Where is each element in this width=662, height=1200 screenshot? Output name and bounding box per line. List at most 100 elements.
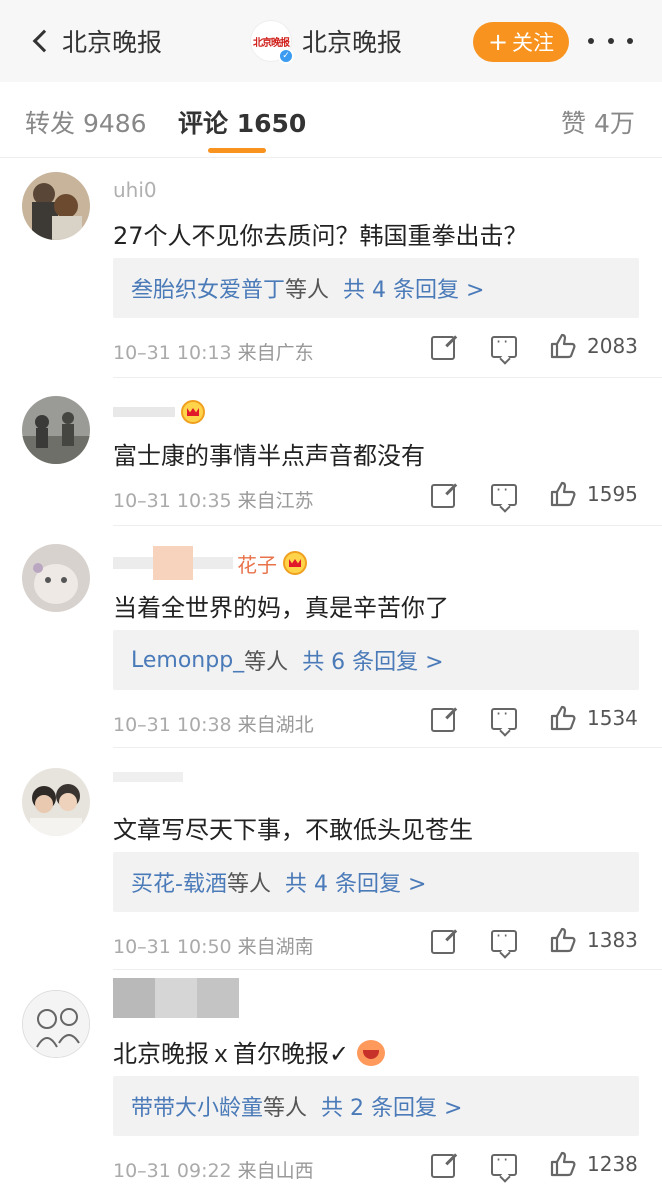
thumbs-up-icon	[550, 481, 576, 507]
replies-preview[interactable]: 买花-载酒 等人 共 4 条回复 >	[113, 852, 639, 912]
follow-button[interactable]: + 关注	[473, 22, 569, 62]
logo-text: 北京晚报	[253, 37, 290, 49]
share-icon	[431, 708, 455, 732]
account-name: 北京晚报	[302, 28, 403, 57]
share-button[interactable]	[431, 336, 455, 360]
comment-time: 10–31 09:22	[113, 1160, 232, 1182]
share-button[interactable]	[431, 708, 455, 732]
comment-text: 27个人不见你去质问？韩国重拳出击？	[113, 222, 528, 250]
more-dot-icon	[607, 38, 614, 44]
active-tab-indicator	[208, 148, 266, 153]
comment-time: 10–31 10:38	[113, 714, 232, 736]
like-button[interactable]: 2083	[549, 332, 638, 360]
like-count: 1534	[587, 706, 638, 730]
reply-count: 共 2 条回复 >	[321, 1096, 463, 1121]
reply-mid: 等人	[285, 278, 330, 303]
comment-button[interactable]	[491, 1150, 517, 1176]
share-button[interactable]	[431, 484, 455, 508]
avatar[interactable]	[22, 544, 90, 612]
like-count: 1383	[587, 928, 638, 952]
crown-badge-icon	[283, 551, 307, 575]
reply-mid: 等人	[263, 1096, 308, 1121]
more-options-button[interactable]	[588, 28, 633, 54]
comment-meta: 10–31 10:38 来自湖北	[113, 710, 314, 737]
avatar[interactable]	[22, 768, 90, 836]
thumbs-up-icon	[550, 927, 576, 953]
share-icon	[431, 1154, 455, 1178]
share-icon	[431, 484, 455, 508]
tab-bar: 转发 9486 评论 1650 赞 4万	[0, 82, 662, 158]
comment-text: 当着全世界的妈，真是辛苦你了	[113, 594, 449, 622]
tab-likes[interactable]: 赞 4万	[561, 104, 635, 140]
like-count: 2083	[587, 334, 638, 358]
comment-item: 富士康的事情半点声音都没有 10–31 10:35来自江苏 1595	[0, 378, 662, 526]
reply-names: 带带大小龄童	[131, 1096, 264, 1121]
blurred-name	[155, 978, 197, 1018]
username[interactable]: uhi0	[113, 178, 157, 202]
comment-icon	[491, 332, 517, 358]
comment-item: 文章写尽天下事，不敢低头见苍生 买花-载酒 等人 共 4 条回复 > 10–31…	[0, 748, 662, 970]
like-button[interactable]: 1238	[549, 1150, 638, 1178]
replies-preview[interactable]: 叁胎织女爱普丁 等人 共 4 条回复 >	[113, 258, 639, 318]
avatar[interactable]	[22, 396, 90, 464]
comment-button[interactable]	[491, 704, 517, 730]
comment-location: 来自湖南	[237, 936, 314, 958]
avatar[interactable]	[22, 172, 90, 240]
username-text: 花子	[237, 552, 277, 577]
plus-icon: +	[487, 28, 509, 56]
top-bar: 北京晚报 北京晚报 ✓ 北京晚报 + 关注	[0, 0, 662, 82]
verified-icon: ✓	[278, 48, 294, 64]
comment-item: uhi0 27个人不见你去质问？韩国重拳出击？ 叁胎织女爱普丁 等人 共 4 条…	[0, 158, 662, 378]
back-chevron-icon	[32, 29, 56, 53]
tab-comments[interactable]: 评论 1650	[178, 104, 306, 140]
replies-preview[interactable]: 带带大小龄童 等人 共 2 条回复 >	[113, 1076, 639, 1136]
tab-repost[interactable]: 转发 9486	[25, 104, 147, 140]
like-button[interactable]: 1595	[549, 480, 638, 508]
like-count: 1595	[587, 482, 638, 506]
comment-icon	[491, 704, 517, 730]
comment-button[interactable]	[491, 480, 517, 506]
comment-text-content: 北京晚报ｘ首尔晚报✓	[113, 1040, 350, 1068]
account-logo: 北京晚报 ✓	[250, 20, 294, 64]
comment-meta: 10–31 10:13 来自广东	[113, 338, 314, 365]
comment-text: 文章写尽天下事，不敢低头见苍生	[113, 816, 473, 844]
blurred-name	[153, 546, 193, 580]
comment-button[interactable]	[491, 926, 517, 952]
blurred-name	[113, 407, 175, 417]
comment-time: 10–31 10:13	[113, 342, 232, 364]
thumbs-up-icon	[550, 705, 576, 731]
share-button[interactable]	[431, 930, 455, 954]
replies-preview[interactable]: Lemonpp_ 等人 共 6 条回复 >	[113, 630, 639, 690]
blurred-name	[113, 772, 183, 782]
comment-meta: 10–31 10:35 来自江苏	[113, 486, 314, 513]
comment-meta: 10–31 10:50 来自湖南	[113, 932, 314, 959]
comment-text: 富士康的事情半点声音都没有	[113, 442, 425, 470]
reply-names: 叁胎织女爱普丁	[131, 278, 286, 303]
thumbs-up-icon	[550, 333, 576, 359]
comment-location: 来自广东	[237, 342, 314, 364]
username[interactable]	[113, 978, 239, 1018]
comment-location: 来自湖北	[237, 714, 314, 736]
avatar[interactable]	[22, 990, 90, 1058]
reply-mid: 等人	[226, 872, 271, 897]
back-button[interactable]: 北京晚报	[30, 18, 162, 64]
comment-time: 10–31 10:35	[113, 490, 232, 512]
thumbs-up-icon	[550, 1151, 576, 1177]
like-button[interactable]: 1383	[549, 926, 638, 954]
comment-meta: 10–31 09:22 来自山西	[113, 1156, 314, 1183]
username[interactable]	[113, 400, 205, 424]
blurred-name	[193, 557, 233, 569]
more-dot-icon	[627, 38, 633, 44]
comment-item: 花子 当着全世界的妈，真是辛苦你了 Lemonpp_ 等人 共 6 条回复 > …	[0, 526, 662, 748]
username[interactable]: 花子	[113, 546, 307, 580]
back-label: 北京晚报	[62, 28, 163, 57]
share-button[interactable]	[431, 1154, 455, 1178]
comment-time: 10–31 10:50	[113, 936, 232, 958]
username[interactable]	[113, 772, 183, 782]
like-button[interactable]: 1534	[549, 704, 638, 732]
laughing-emoji-icon	[356, 1040, 385, 1066]
account-header[interactable]: 北京晚报 ✓ 北京晚报	[250, 20, 403, 64]
blurred-name	[113, 978, 155, 1018]
comment-button[interactable]	[491, 332, 517, 358]
reply-mid: 等人	[244, 650, 289, 675]
